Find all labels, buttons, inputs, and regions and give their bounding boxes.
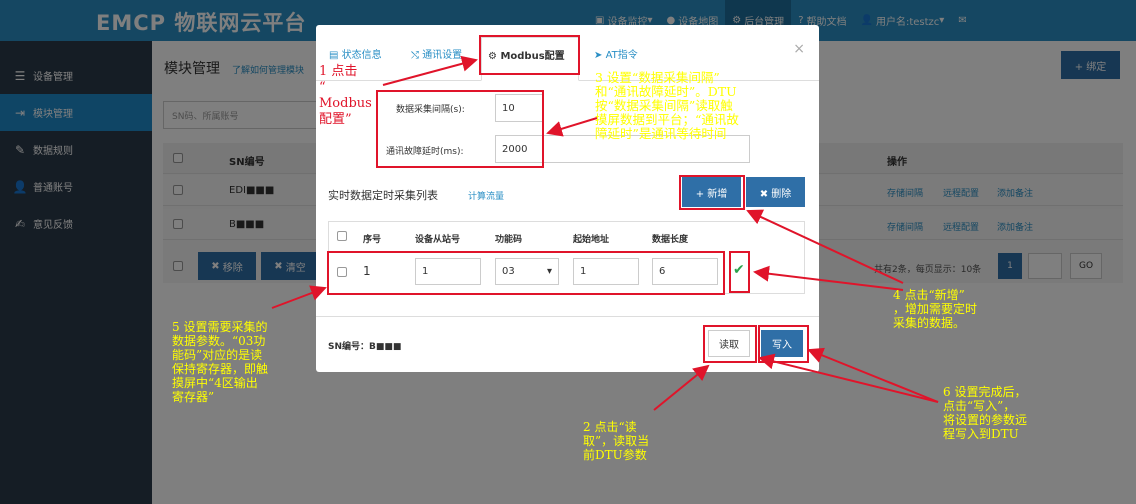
highlight-write [758,325,809,363]
annotation-step-3: 3 设置“数据采集间隔” 和“通讯故障延时”。DTU 按“数据采集间隔”读取触 … [595,70,739,141]
column-header-slave: 设备从站号 [415,235,461,245]
highlight-check [729,251,750,293]
highlight-row [327,251,725,295]
section-title: 实时数据定时采集列表 [328,189,438,202]
send-icon: ➤ [594,50,606,61]
column-header-func: 功能码 [495,235,523,245]
close-icon[interactable]: × [793,41,805,57]
highlight-add [679,175,745,210]
calc-traffic-link[interactable]: 计算流量 [468,189,504,202]
highlight-params [376,90,544,168]
column-header-length: 数据长度 [652,235,689,245]
info-icon: ▤ [329,50,342,61]
column-header-start: 起始地址 [573,235,610,245]
shuffle-icon: ⤭ [411,50,423,61]
annotation-step-6: 6 设置完成后， 点击“写入”， 将设置的参数远 程写入到DTU [943,385,1028,441]
tab-at[interactable]: ➤ AT指令 [594,46,638,61]
tab-status[interactable]: ▤ 状态信息 [329,46,382,61]
annotation-step-1: 1 点击 “ Modbus 配置” [319,64,372,127]
modal-footer-divider [316,316,819,317]
highlight-read [703,325,757,363]
annotation-step-5: 5 设置需要采集的 数据参数。“03功 能码”对应的是读 保持寄存器，即触 摸屏… [172,320,269,404]
column-header-index: 序号 [363,235,382,245]
tab-comm[interactable]: ⤭ 通讯设置 [411,46,462,61]
collect-select-all-checkbox[interactable] [337,231,347,241]
delete-button[interactable]: ✖ 删除 [746,177,805,207]
annotation-step-4: 4 点击“新增” ，增加需要定时 采集的数据。 [893,288,978,330]
annotation-step-2: 2 点击“读 取”，读取当 前DTU参数 [583,420,650,462]
sn-line: SN编号：B■■■ [328,342,402,352]
highlight-modbus-tab [479,35,580,75]
